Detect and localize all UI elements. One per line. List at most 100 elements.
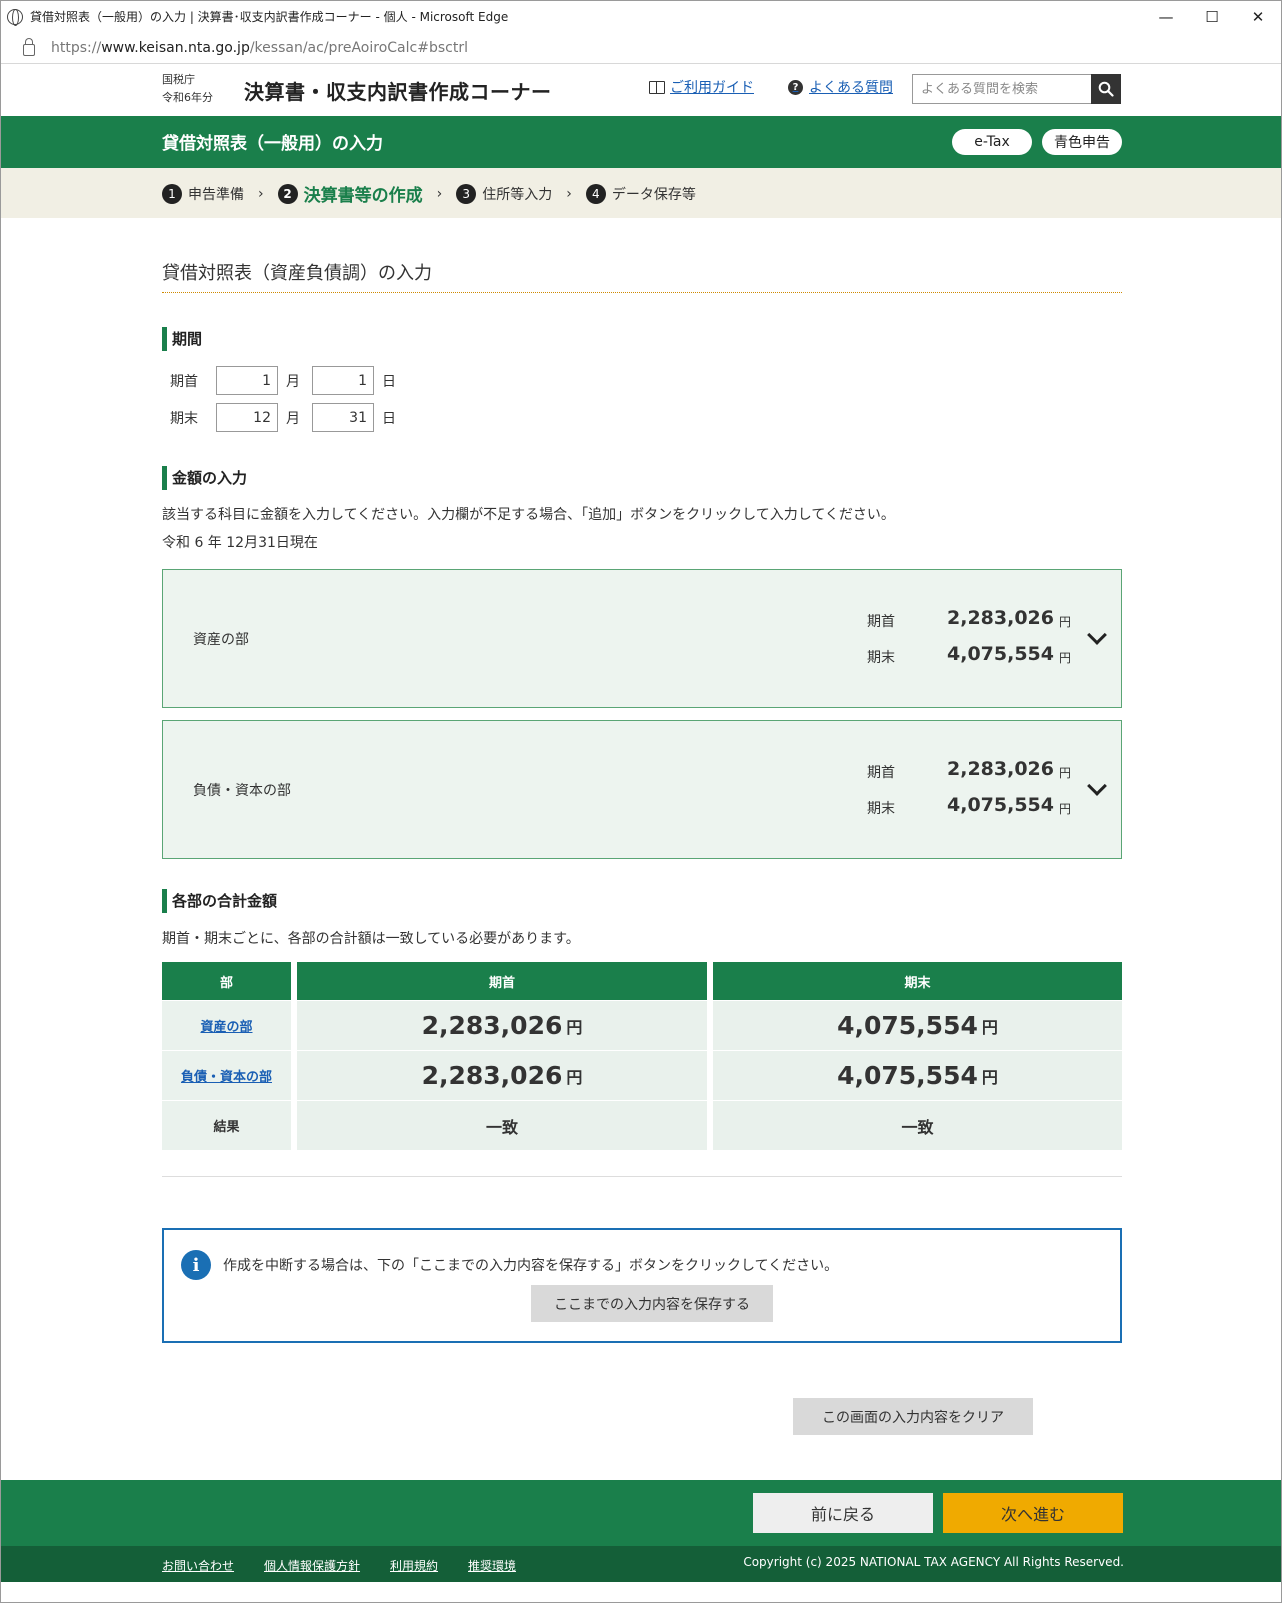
- start-label: 期首: [867, 614, 895, 630]
- end-total: 4,075,554: [837, 1011, 978, 1040]
- copyright: Copyright (c) 2025 NATIONAL TAX AGENCY A…: [743, 1555, 1124, 1569]
- end-label: 期末: [867, 801, 895, 817]
- row-label-cell: 負債・資本の部: [162, 1051, 291, 1100]
- chevron-right-icon: ›: [436, 185, 443, 202]
- end-value: 4,075,554: [947, 794, 1054, 816]
- month-unit: 月: [286, 410, 300, 427]
- footer: お問い合わせ 個人情報保護方針 利用規約 推奨環境 Copyright (c) …: [1, 1546, 1281, 1582]
- back-button[interactable]: 前に戻る: [753, 1493, 933, 1533]
- start-total: 2,283,026: [421, 1061, 563, 1090]
- liabilities-link[interactable]: 負債・資本の部: [181, 1066, 272, 1085]
- clear-input-button[interactable]: この画面の入力内容をクリア: [793, 1398, 1033, 1435]
- guide-link-label: ご利用ガイド: [670, 80, 754, 96]
- totals-section-title: 各部の合計金額: [162, 889, 277, 913]
- yen-unit: 円: [981, 1017, 998, 1037]
- start-day-input[interactable]: [312, 366, 374, 395]
- agency-name: 国税庁: [162, 73, 195, 86]
- result-end: 一致: [901, 1117, 934, 1137]
- result-start: 一致: [485, 1117, 518, 1137]
- site-title[interactable]: 決算書・収支内訳書作成コーナー: [244, 76, 552, 105]
- end-day-input[interactable]: [312, 403, 374, 432]
- url-scheme: https://: [51, 39, 102, 56]
- agency-label: 国税庁 令和6年分: [162, 71, 213, 107]
- day-unit: 日: [382, 373, 396, 390]
- next-button[interactable]: 次へ進む: [943, 1493, 1123, 1533]
- amount-note: 該当する科目に金額を入力してください。入力欄が不足する場合、「追加」ボタンをクリ…: [162, 507, 895, 523]
- column-header: 部: [162, 962, 291, 1000]
- step-label: 住所等入力: [482, 186, 553, 203]
- terms-link[interactable]: 利用規約: [390, 1557, 438, 1574]
- window-title: 貸借対照表（一般用）の入力 | 決算書･収支内訳書作成コーナー - 個人 - M…: [30, 10, 509, 24]
- lock-icon[interactable]: [23, 37, 35, 56]
- steps-list: 1 申告準備 › 2 決算書等の作成 › 3 住所等入力 › 4 データ保存等: [162, 181, 696, 206]
- accordion-title: 資産の部: [193, 632, 249, 648]
- faq-search-input[interactable]: [912, 74, 1092, 104]
- window-titlebar: 貸借対照表（一般用）の入力 | 決算書･収支内訳書作成コーナー - 個人 - M…: [1, 1, 1281, 32]
- bottom-nav: 前に戻る 次へ進む: [1, 1480, 1281, 1546]
- result-label: 結果: [213, 1120, 240, 1135]
- info-icon: i: [181, 1250, 211, 1280]
- book-icon: [649, 80, 665, 94]
- column-header: 期末: [713, 962, 1122, 1000]
- period-end-label: 期末: [170, 410, 198, 427]
- yen-unit: 円: [566, 1017, 583, 1037]
- period-end-row: 期末 月 日: [170, 403, 408, 432]
- day-unit: 日: [382, 410, 396, 427]
- end-label: 期末: [867, 650, 895, 666]
- yen-unit: 円: [1059, 651, 1072, 665]
- assets-link[interactable]: 資産の部: [200, 1016, 252, 1035]
- step-3: 3 住所等入力: [456, 183, 553, 204]
- result-row: 結果 一致 一致: [162, 1101, 1122, 1150]
- privacy-link[interactable]: 個人情報保護方針: [264, 1557, 360, 1574]
- faq-link[interactable]: ? よくある質問: [788, 77, 893, 97]
- save-progress-button[interactable]: ここまでの入力内容を保存する: [531, 1285, 773, 1322]
- yen-unit: 円: [1059, 802, 1072, 816]
- start-total: 2,283,026: [421, 1011, 563, 1040]
- environment-link[interactable]: 推奨環境: [468, 1557, 516, 1574]
- contact-link[interactable]: お問い合わせ: [162, 1557, 234, 1574]
- end-total: 4,075,554: [837, 1061, 978, 1090]
- url-path: /kessan/ac/preAoiroCalc#bsctrl: [249, 39, 468, 56]
- amount-section-title: 金額の入力: [162, 466, 247, 490]
- browser-window: 貸借対照表（一般用）の入力 | 決算書･収支内訳書作成コーナー - 個人 - M…: [0, 0, 1282, 1603]
- window-controls: — ☐ ✕: [1143, 1, 1281, 32]
- url-host: www.keisan.nta.go.jp: [101, 39, 250, 56]
- step-2-current: 2 決算書等の作成: [277, 181, 423, 206]
- address-bar[interactable]: https://www.keisan.nta.go.jp/kessan/ac/p…: [1, 32, 1281, 64]
- end-month-input[interactable]: [216, 403, 278, 432]
- chevron-right-icon: ›: [258, 185, 264, 202]
- start-value: 2,283,026: [947, 758, 1054, 780]
- step-number: 4: [585, 183, 606, 204]
- yen-unit: 円: [1059, 615, 1072, 629]
- end-total-cell: 4,075,554 円: [713, 1051, 1122, 1100]
- chevron-down-icon[interactable]: [1087, 625, 1107, 645]
- close-button[interactable]: ✕: [1235, 1, 1281, 32]
- maximize-button[interactable]: ☐: [1189, 1, 1235, 32]
- start-total-cell: 2,283,026 円: [297, 1051, 707, 1100]
- start-label: 期首: [867, 765, 895, 781]
- search-button[interactable]: [1091, 74, 1121, 104]
- liabilities-accordion[interactable]: 負債・資本の部 期首 2,283,026 円 期末 4,075,554 円: [162, 720, 1122, 859]
- start-value: 2,283,026: [947, 607, 1054, 629]
- table-row: 資産の部 2,283,026 円 4,075,554 円: [162, 1001, 1122, 1050]
- chevron-down-icon[interactable]: [1087, 776, 1107, 796]
- step-number: 2: [277, 183, 298, 204]
- page-title: 貸借対照表（一般用）の入力: [162, 134, 383, 154]
- end-total-cell: 4,075,554 円: [713, 1001, 1122, 1050]
- chevron-right-icon: ›: [566, 185, 572, 202]
- column-header: 期首: [297, 962, 707, 1000]
- site-header: 国税庁 令和6年分 決算書・収支内訳書作成コーナー ご利用ガイド ? よくある質問: [1, 64, 1281, 116]
- guide-link[interactable]: ご利用ガイド: [649, 77, 754, 97]
- search-icon: [1098, 81, 1114, 97]
- progress-steps: 1 申告準備 › 2 決算書等の作成 › 3 住所等入力 › 4 データ保存等: [1, 168, 1281, 218]
- faq-link-label: よくある質問: [809, 80, 893, 96]
- minimize-button[interactable]: —: [1143, 1, 1189, 32]
- globe-icon: [7, 8, 23, 26]
- aoiro-badge: 青色申告: [1042, 129, 1122, 155]
- start-month-input[interactable]: [216, 366, 278, 395]
- assets-accordion[interactable]: 資産の部 期首 2,283,026 円 期末 4,075,554 円: [162, 569, 1122, 708]
- step-4: 4 データ保存等: [585, 183, 696, 204]
- row-label-cell: 結果: [162, 1101, 291, 1150]
- url-text[interactable]: https://www.keisan.nta.go.jp/kessan/ac/p…: [51, 40, 468, 56]
- step-number: 1: [162, 183, 182, 204]
